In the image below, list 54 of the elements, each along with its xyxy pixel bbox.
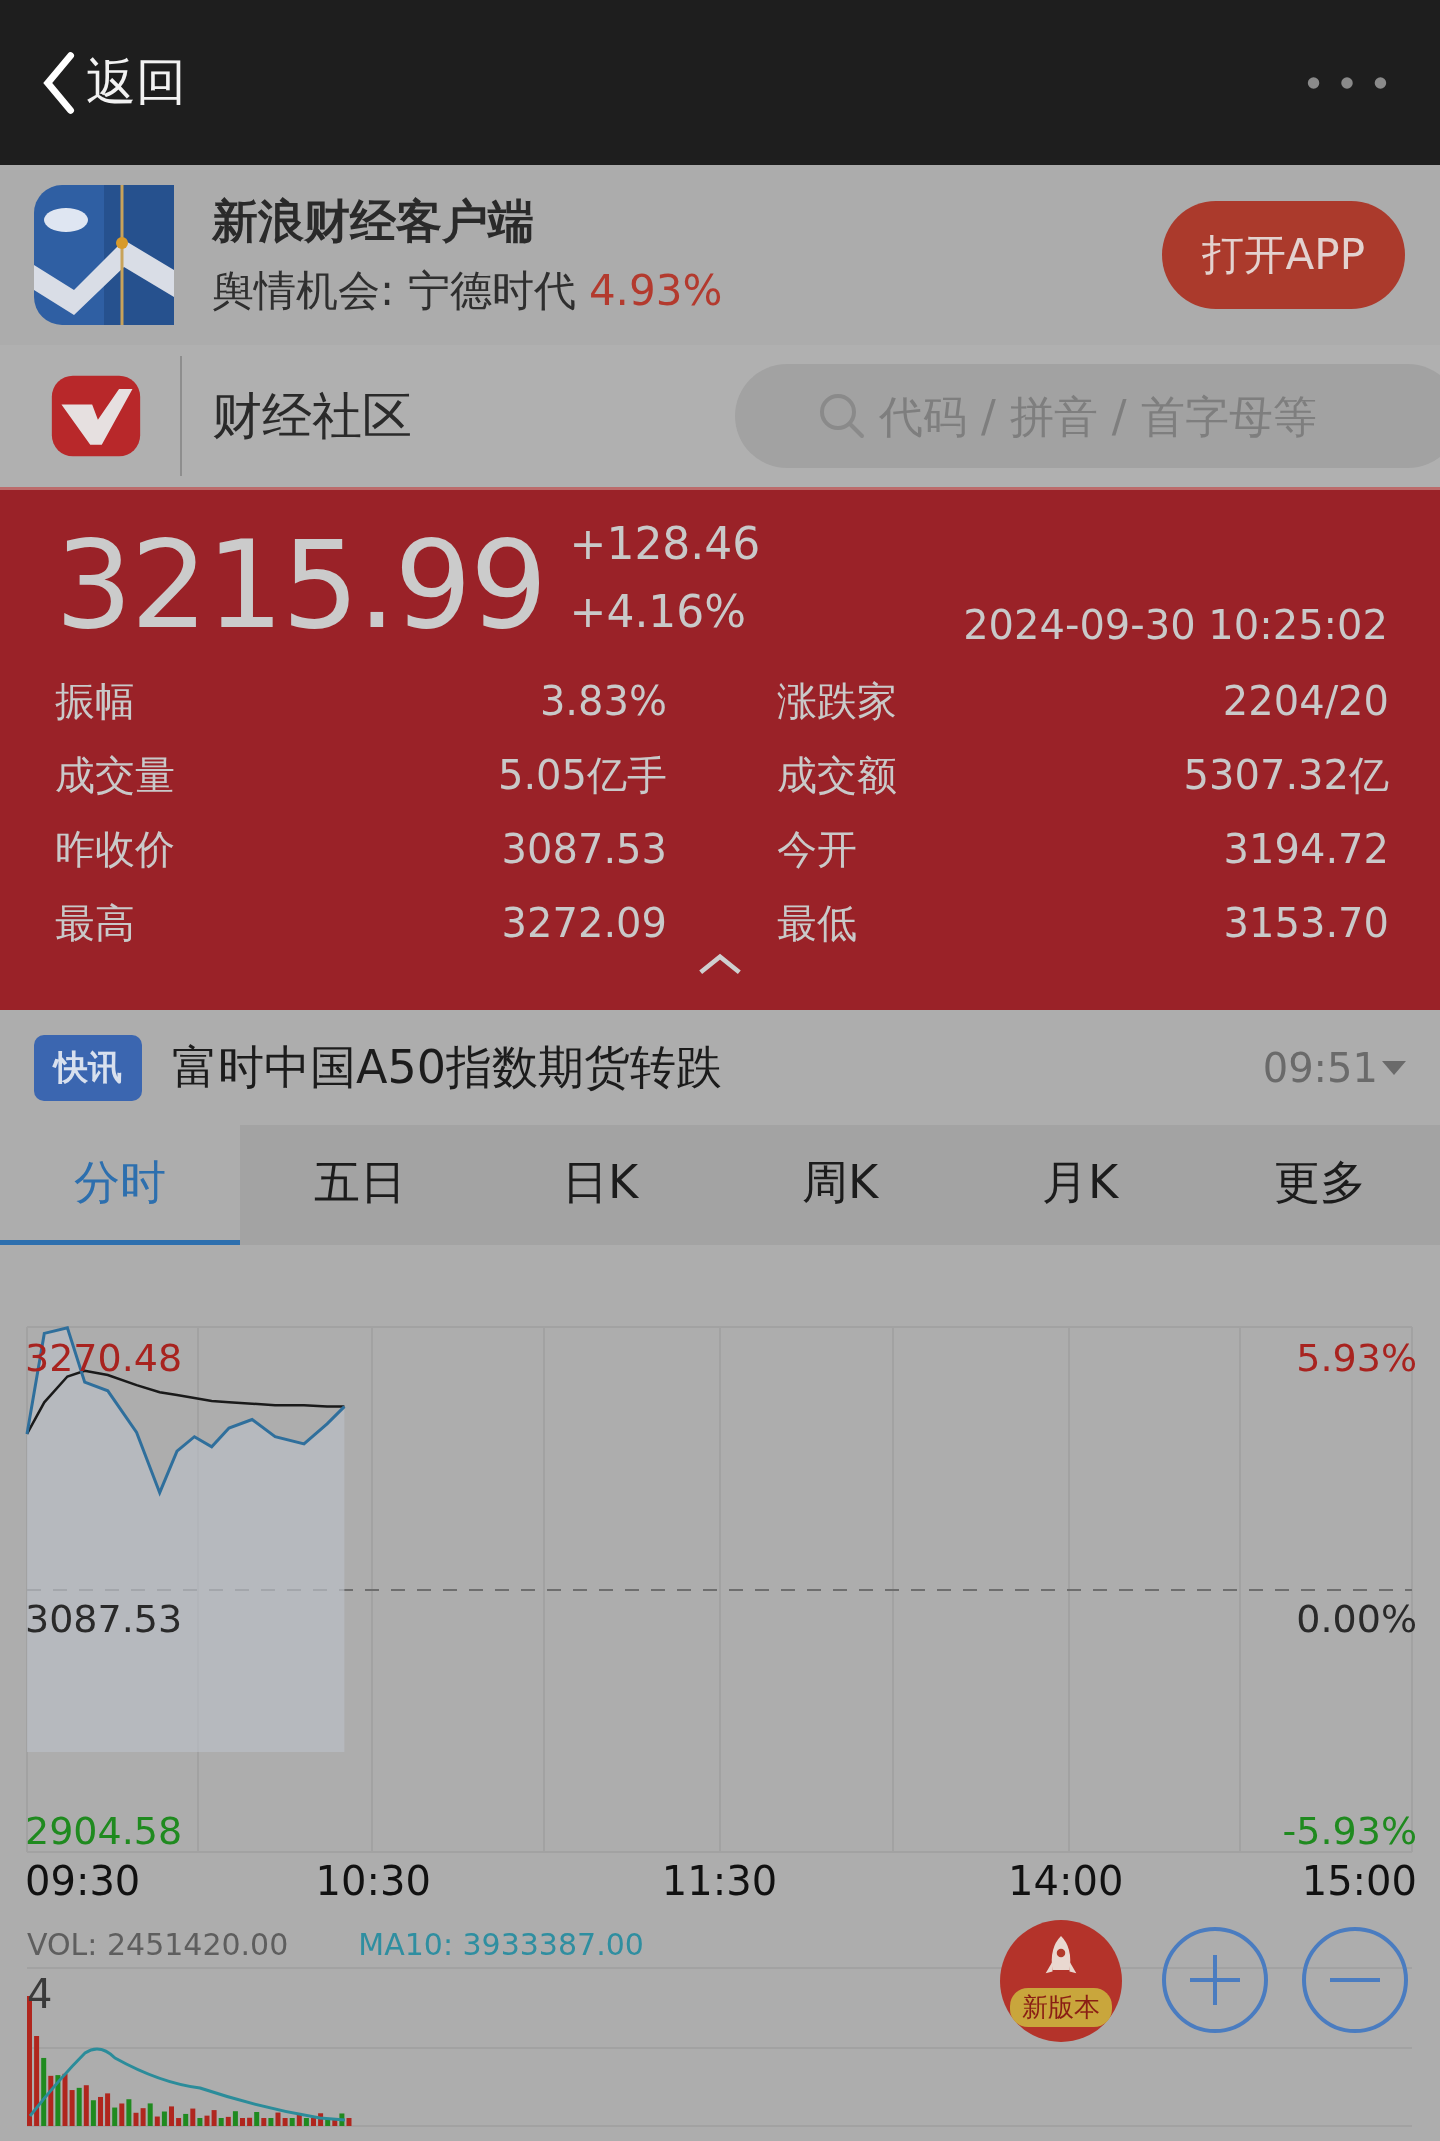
chart-tab[interactable]: 更多 [1200, 1125, 1440, 1245]
index-price: 3215.99 [55, 513, 546, 658]
stat-label: 最低 [777, 899, 857, 948]
time-label: 09:30 [25, 1858, 141, 1904]
stat-label: 涨跌家 [777, 677, 897, 726]
open-app-button[interactable]: 打开APP [1161, 201, 1405, 309]
stat-label: 振幅 [55, 677, 135, 726]
news-tag: 快讯 [34, 1034, 142, 1101]
collapse-icon[interactable] [697, 952, 743, 976]
stat-label: 成交量 [55, 751, 175, 800]
ma10-label: MA10: 3933387.00 [358, 1926, 644, 1962]
percent-label: 5.93% [1296, 1336, 1417, 1380]
back-button[interactable]: 返回 [40, 49, 186, 116]
chart-tab[interactable]: 五日 [240, 1125, 480, 1245]
chart-tab[interactable]: 日K [480, 1125, 720, 1245]
percent-label: 0.00% [1296, 1597, 1417, 1641]
stat-value: 3153.70 [1223, 899, 1389, 948]
stat-label: 昨收价 [55, 825, 175, 874]
section-title: 财经社区 [212, 385, 413, 447]
time-label: 15:00 [1301, 1858, 1417, 1904]
price-label: 2904.58 [25, 1809, 183, 1853]
stat-value: 5307.32亿 [1183, 751, 1389, 800]
stat-value: 2204/20 [1222, 677, 1389, 726]
app-logo-icon [34, 185, 174, 325]
price-change: +128.46 [569, 517, 761, 571]
stat-label: 成交额 [777, 751, 897, 800]
percent-label: -5.93% [1282, 1809, 1417, 1853]
price-label: 3087.53 [25, 1597, 183, 1641]
stat-value: 5.05亿手 [497, 751, 667, 800]
stat-value: 3.83% [539, 677, 667, 726]
stat-label: 最高 [55, 899, 135, 948]
timestamp: 2024-09-30 10:25:02 [963, 602, 1388, 648]
volume-axis-label: 4 [27, 1971, 53, 2017]
change-percent: 4.93% [588, 266, 723, 315]
stat-value: 3194.72 [1223, 825, 1389, 874]
new-version-button[interactable]: 新版本 [1000, 1920, 1122, 2042]
stat-label: 今开 [777, 825, 857, 874]
zoom-out-icon[interactable] [1300, 1925, 1410, 2035]
news-headline[interactable]: 富时中国A50指数期货转跌 [172, 1036, 1263, 1099]
app-name: 新浪财经客户端 [212, 193, 535, 250]
stat-value: 3272.09 [501, 899, 667, 948]
zoom-in-icon[interactable] [1160, 1925, 1270, 2035]
banner-subtitle: 舆情机会: 宁德时代 [212, 266, 576, 315]
volume-label: VOL: 2451420.00 [27, 1926, 289, 1962]
caret-icon[interactable] [1382, 1060, 1406, 1075]
chart-tab[interactable]: 周K [720, 1125, 960, 1245]
time-label: 14:00 [1008, 1858, 1124, 1904]
percent-change: +4.16% [569, 585, 748, 639]
news-time: 09:51 [1262, 1044, 1378, 1091]
search-icon [817, 391, 867, 441]
stat-value: 3087.53 [501, 825, 667, 874]
time-label: 10:30 [315, 1858, 431, 1904]
chart-tab[interactable]: 月K [960, 1125, 1200, 1245]
time-label: 11:30 [661, 1858, 778, 1904]
